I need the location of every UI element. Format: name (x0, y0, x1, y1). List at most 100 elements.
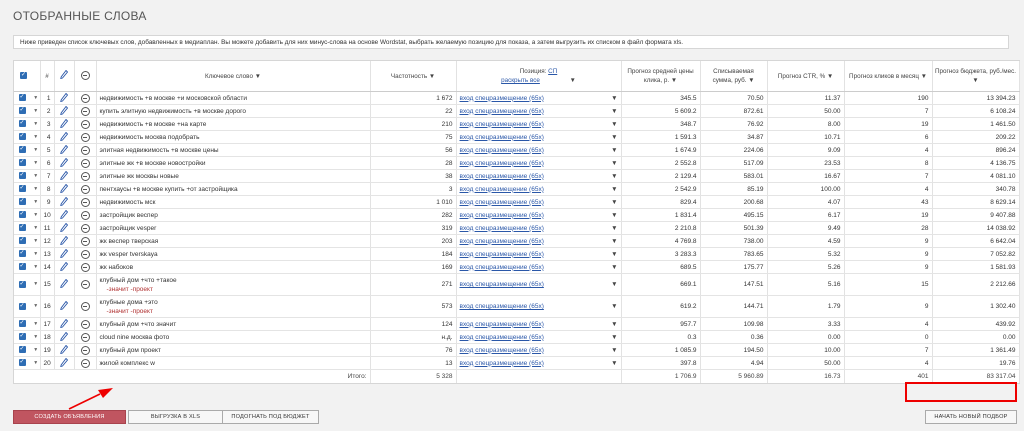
position-cell[interactable]: вход спецразмещение (65х) ▼ (456, 195, 622, 209)
position-link[interactable]: вход спецразмещение (65х) (460, 347, 544, 354)
row-dropdown[interactable]: ▼ (30, 182, 41, 196)
position-cell[interactable]: вход спецразмещение (65х) ▼ (456, 234, 622, 248)
position-dropdown-icon[interactable]: ▼ (611, 321, 617, 328)
fit-budget-button[interactable]: ПОДОГНАТЬ ПОД БЮДЖЕТ (222, 410, 319, 424)
position-dropdown-icon[interactable]: ▼ (611, 160, 617, 167)
position-link[interactable]: вход спецразмещение (65х) (460, 225, 544, 232)
row-checkbox[interactable]: ✓ (14, 117, 30, 131)
row-dropdown[interactable]: ▼ (30, 273, 41, 296)
minus-circle-icon[interactable] (74, 182, 97, 196)
position-dropdown-icon[interactable]: ▼ (611, 134, 617, 141)
pencil-icon[interactable] (54, 169, 75, 183)
keyword-cell[interactable]: клубные дома +это -значит -проект (96, 295, 371, 318)
position-cell[interactable]: вход спецразмещение (65х) ▼ (456, 317, 622, 331)
position-cell[interactable]: вход спецразмещение (65х) ▼ (456, 273, 622, 296)
position-link[interactable]: вход спецразмещение (65х) (460, 281, 544, 288)
position-dropdown-icon[interactable]: ▼ (611, 199, 617, 206)
row-dropdown[interactable]: ▼ (30, 221, 41, 235)
position-dropdown-icon[interactable]: ▼ (611, 334, 617, 341)
header-budget[interactable]: Прогноз бюджета, руб./мес. ▼ (932, 61, 1020, 92)
row-dropdown[interactable]: ▼ (30, 156, 41, 170)
position-cell[interactable]: вход спецразмещение (65х) ▼ (456, 330, 622, 344)
position-link[interactable]: вход спецразмещение (65х) (460, 199, 544, 206)
select-all-checkbox[interactable]: ✓ (14, 61, 30, 92)
position-cell[interactable]: вход спецразмещение (65х) ▼ (456, 117, 622, 131)
position-link[interactable]: вход спецразмещение (65х) (460, 264, 544, 271)
select-all-dropdown[interactable] (30, 61, 41, 92)
row-checkbox[interactable]: ✓ (14, 295, 30, 318)
pencil-icon[interactable] (54, 247, 75, 261)
minus-circle-icon[interactable] (74, 260, 97, 274)
create-ads-button[interactable]: СОЗДАТЬ ОБЪЯВЛЕНИЯ (13, 410, 126, 424)
position-dropdown-icon[interactable]: ▼ (611, 251, 617, 258)
row-checkbox[interactable]: ✓ (14, 91, 30, 105)
row-checkbox[interactable]: ✓ (14, 234, 30, 248)
position-link[interactable]: вход спецразмещение (65х) (460, 186, 544, 193)
pencil-icon[interactable] (54, 156, 75, 170)
position-cell[interactable]: вход спецразмещение (65х) ▼ (456, 130, 622, 144)
header-charge[interactable]: Списываемая сумма, руб. ▼ (700, 61, 768, 92)
pencil-icon[interactable] (54, 221, 75, 235)
row-dropdown[interactable]: ▼ (30, 143, 41, 157)
pencil-icon[interactable] (54, 195, 75, 209)
position-cell[interactable]: вход спецразмещение (65х) ▼ (456, 208, 622, 222)
header-position-sp-link[interactable]: СП (548, 68, 557, 75)
keyword-cell[interactable]: недвижимость мск (96, 195, 371, 209)
position-cell[interactable]: вход спецразмещение (65х) ▼ (456, 143, 622, 157)
keyword-cell[interactable]: жк набоков (96, 260, 371, 274)
position-cell[interactable]: вход спецразмещение (65х) ▼ (456, 182, 622, 196)
minus-circle-icon[interactable] (74, 234, 97, 248)
keyword-cell[interactable]: купить элитную недвижимость +в москве до… (96, 104, 371, 118)
pencil-icon[interactable] (54, 295, 75, 318)
minus-circle-icon[interactable] (74, 247, 97, 261)
keyword-cell[interactable]: жк vesper tverskaya (96, 247, 371, 261)
pencil-icon[interactable] (54, 91, 75, 105)
pencil-icon[interactable] (54, 143, 75, 157)
position-link[interactable]: вход спецразмещение (65х) (460, 321, 544, 328)
row-checkbox[interactable]: ✓ (14, 169, 30, 183)
position-dropdown-icon[interactable]: ▼ (611, 347, 617, 354)
position-cell[interactable]: вход спецразмещение (65х) ▼ (456, 343, 622, 357)
position-cell[interactable]: вход спецразмещение (65х) ▼ (456, 356, 622, 370)
row-dropdown[interactable]: ▼ (30, 195, 41, 209)
keyword-cell[interactable]: жилой комплекс w (96, 356, 371, 370)
position-link[interactable]: вход спецразмещение (65х) (460, 108, 544, 115)
keyword-cell[interactable]: элитные жк москвы новые (96, 169, 371, 183)
row-dropdown[interactable]: ▼ (30, 295, 41, 318)
position-dropdown-icon[interactable]: ▼ (611, 281, 617, 288)
header-keyword[interactable]: Ключевое слово ▼ (96, 61, 371, 92)
position-link[interactable]: вход спецразмещение (65х) (460, 173, 544, 180)
minus-circle-icon[interactable] (74, 356, 97, 370)
minus-circle-icon[interactable] (74, 317, 97, 331)
position-dropdown-icon[interactable]: ▼ (611, 147, 617, 154)
position-cell[interactable]: вход спецразмещение (65х) ▼ (456, 169, 622, 183)
header-position[interactable]: Позиция: СП раскрыть все ▼ (456, 61, 622, 92)
keyword-cell[interactable]: недвижимость +в москве +на карте (96, 117, 371, 131)
keyword-cell[interactable]: клубный дом проект (96, 343, 371, 357)
position-dropdown-icon[interactable]: ▼ (611, 238, 617, 245)
row-dropdown[interactable]: ▼ (30, 247, 41, 261)
pencil-icon[interactable] (54, 260, 75, 274)
position-cell[interactable]: вход спецразмещение (65х) ▼ (456, 221, 622, 235)
pencil-icon[interactable] (54, 208, 75, 222)
position-cell[interactable]: вход спецразмещение (65х) ▼ (456, 156, 622, 170)
row-checkbox[interactable]: ✓ (14, 195, 30, 209)
position-link[interactable]: вход спецразмещение (65х) (460, 212, 544, 219)
minus-circle-icon[interactable] (74, 169, 97, 183)
row-checkbox[interactable]: ✓ (14, 317, 30, 331)
row-dropdown[interactable]: ▼ (30, 356, 41, 370)
keyword-cell[interactable]: недвижимость москва подобрать (96, 130, 371, 144)
keyword-cell[interactable]: элитные жк +в москве новостройки (96, 156, 371, 170)
row-dropdown[interactable]: ▼ (30, 343, 41, 357)
row-dropdown[interactable]: ▼ (30, 234, 41, 248)
position-dropdown-icon[interactable]: ▼ (611, 360, 617, 367)
pencil-icon[interactable] (54, 356, 75, 370)
position-dropdown-icon[interactable]: ▼ (611, 108, 617, 115)
position-link[interactable]: вход спецразмещение (65х) (460, 303, 544, 310)
position-link[interactable]: вход спецразмещение (65х) (460, 334, 544, 341)
minus-circle-icon[interactable] (74, 130, 97, 144)
header-clicks[interactable]: Прогноз кликов в месяц ▼ (844, 61, 933, 92)
minus-circle-icon[interactable] (74, 195, 97, 209)
expand-all-link[interactable]: раскрыть все (501, 77, 540, 84)
keyword-cell[interactable]: застройщик веспер (96, 208, 371, 222)
